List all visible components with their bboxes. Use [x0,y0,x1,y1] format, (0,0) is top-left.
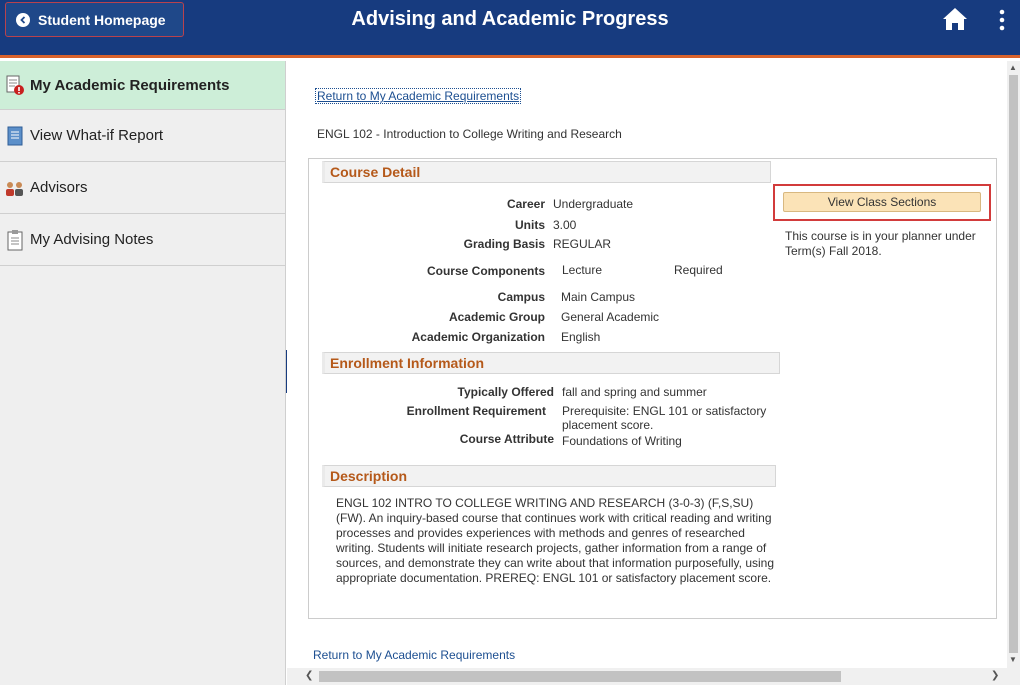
clipboard-icon [4,229,26,251]
scroll-up-arrow-icon[interactable]: ▲ [1009,63,1017,72]
course-detail-heading: Course Detail [322,161,771,183]
grading-basis-value: REGULAR [553,237,612,251]
sidebar-item-label: My Academic Requirements [30,76,230,94]
sidebar-item-advisors[interactable]: Advisors [0,162,285,214]
course-title: ENGL 102 - Introduction to College Writi… [317,127,622,141]
return-to-requirements-link-top[interactable]: Return to My Academic Requirements [315,88,522,104]
scroll-left-arrow-icon[interactable]: ❮ [305,670,313,681]
scroll-down-arrow-icon[interactable]: ▼ [1009,655,1017,664]
back-button-label: Student Homepage [38,11,166,28]
units-value: 3.00 [553,218,577,232]
course-attribute-value: Foundations of Writing [562,434,682,448]
academic-group-value: General Academic [561,310,660,324]
units-label: Units [515,218,545,232]
return-to-requirements-link-bottom[interactable]: Return to My Academic Requirements [313,648,515,662]
student-homepage-button[interactable]: Student Homepage [5,2,184,37]
career-label: Career [506,197,545,211]
academic-organization-value: English [561,330,601,344]
enrollment-requirement-label: Enrollment Requirement [406,404,546,418]
campus-label: Campus [497,290,545,304]
description-heading: Description [322,465,776,487]
campus-value: Main Campus [561,290,636,304]
vertical-scrollbar-thumb[interactable] [1009,75,1018,653]
enrollment-information-heading: Enrollment Information [322,352,780,374]
course-description-text: ENGL 102 INTRO TO COLLEGE WRITING AND RE… [336,496,775,585]
home-icon[interactable] [941,6,969,32]
course-component-status: Required [674,263,723,277]
grading-basis-label: Grading Basis [463,237,545,251]
view-class-sections-button[interactable]: View Class Sections [783,192,981,212]
sidebar-item-label: View What-if Report [30,127,164,144]
top-header: Student Homepage Advising and Academic P… [0,0,1020,58]
horizontal-scrollbar-thumb[interactable] [319,671,841,682]
sidebar: My Academic Requirements View What-if Re… [0,61,286,685]
main-content: Return to My Academic Requirements ENGL … [287,61,1007,668]
sidebar-item-my-academic-requirements[interactable]: My Academic Requirements [0,61,285,110]
vertical-scrollbar[interactable]: ▲ ▼ [1007,61,1020,668]
kebab-menu-icon[interactable] [996,8,1008,32]
sidebar-item-view-what-if-report[interactable]: View What-if Report [0,110,285,162]
career-value: Undergraduate [553,197,634,211]
people-icon [4,177,26,199]
course-component-value: Lecture [562,263,603,277]
sidebar-item-label: My Advising Notes [30,231,154,248]
sidebar-item-label: Advisors [30,179,88,196]
chevron-left-icon [16,12,30,27]
enrollment-requirement-value: Prerequisite: ENGL 101 or satisfactory p… [562,404,767,432]
sidebar-item-my-advising-notes[interactable]: My Advising Notes [0,214,285,266]
report-icon [4,125,26,147]
academic-group-label: Academic Group [448,310,545,324]
typically-offered-label: Typically Offered [457,385,554,399]
course-components-label: Course Components [426,264,545,278]
course-attribute-label: Course Attribute [459,432,554,446]
requirements-alert-icon [4,74,26,96]
planner-note: This course is in your planner under Ter… [785,229,976,258]
horizontal-scrollbar[interactable]: ❮ ❯ [287,668,1020,685]
academic-organization-label: Academic Organization [411,330,545,344]
scroll-right-arrow-icon[interactable]: ❯ [991,670,999,681]
typically-offered-value: fall and spring and summer [562,385,707,399]
